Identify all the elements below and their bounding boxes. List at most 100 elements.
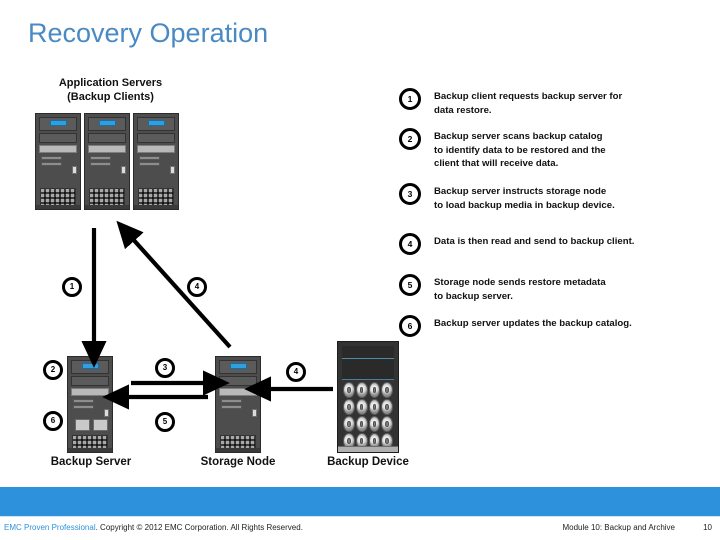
tower-slot — [73, 405, 94, 409]
application-servers-heading-line2: (Backup Clients) — [67, 90, 154, 103]
tower-slot — [221, 405, 242, 409]
tape-cartridge — [381, 416, 393, 432]
tower-slot — [139, 162, 160, 166]
tower-light-bar — [39, 145, 77, 153]
footer-page-number: 10 — [703, 523, 712, 532]
storage-node-label: Storage Node — [200, 456, 276, 468]
legend-step-number: 5 — [399, 274, 421, 296]
tower-status-chip — [230, 363, 247, 369]
backup-device-tape-grid — [343, 382, 393, 452]
backup-device-label: Backup Device — [327, 456, 409, 468]
application-server-tower-2 — [84, 113, 130, 210]
legend-step-text: Data is then read and send to backup cli… — [434, 236, 635, 247]
tower-light-bar — [88, 145, 126, 153]
tape-cartridge — [343, 399, 355, 415]
tower-light-bar — [71, 388, 109, 396]
tower-status-chip — [148, 120, 165, 126]
tower-bay — [88, 133, 126, 143]
tower-slot — [139, 156, 160, 160]
tape-cartridge — [368, 399, 381, 415]
tower-led — [72, 166, 77, 174]
legend-step-number: 3 — [399, 183, 421, 205]
tower-light-bar — [219, 388, 257, 396]
tower-base — [134, 205, 178, 209]
tower-status-chip — [50, 120, 67, 126]
slide-canvas: Recovery Operation Application Servers (… — [0, 0, 720, 540]
tower-bay — [71, 376, 109, 386]
application-server-tower-3 — [133, 113, 179, 210]
footer-copyright-text: . Copyright © 2012 EMC Corporation. All … — [95, 523, 303, 532]
tower-led — [104, 409, 109, 417]
flow-marker-5: 5 — [155, 412, 175, 432]
legend-step-text: Backup server scans backup catalog to id… — [434, 131, 606, 169]
flow-marker-4-diagonal: 4 — [187, 277, 207, 297]
tower-light-bar — [137, 145, 175, 153]
page-title: Recovery Operation — [28, 18, 269, 48]
tape-cartridge — [355, 382, 368, 398]
legend-step-2: 2 Backup server scans backup catalog to … — [399, 128, 606, 171]
legend-step-text: Backup client requests backup server for… — [434, 91, 623, 116]
footer-divider — [0, 516, 720, 517]
tape-cartridge — [381, 399, 393, 415]
tower-slot — [73, 399, 94, 403]
tower-slot — [41, 162, 62, 166]
footer-copyright: EMC Proven Professional. Copyright © 201… — [4, 523, 303, 532]
tape-cartridge — [368, 416, 381, 432]
backup-server-tower — [67, 356, 113, 453]
tower-bay — [137, 133, 175, 143]
backup-device-library — [337, 341, 399, 453]
legend-step-number: 1 — [399, 88, 421, 110]
tower-led — [252, 409, 257, 417]
backup-device-divider — [342, 358, 394, 359]
tower-base — [68, 448, 112, 452]
tape-cartridge — [355, 399, 368, 415]
tower-led — [170, 166, 175, 174]
legend-step-3: 3 Backup server instructs storage node t… — [399, 183, 615, 212]
footer-brand: EMC Proven Professional — [4, 523, 96, 532]
tower-status-chip — [82, 363, 99, 369]
tape-cartridge — [381, 382, 393, 398]
flow-marker-6: 6 — [43, 411, 63, 431]
legend-step-number: 6 — [399, 315, 421, 337]
tower-drive-bay — [75, 419, 90, 431]
flow-marker-3: 3 — [155, 358, 175, 378]
tower-slot — [221, 399, 242, 403]
application-servers-heading: Application Servers (Backup Clients) — [28, 77, 193, 104]
tower-led — [121, 166, 126, 174]
application-servers-heading-line1: Application Servers — [58, 77, 163, 89]
tower-base — [85, 205, 129, 209]
backup-device-upper-panel — [342, 346, 394, 380]
tower-status-chip — [99, 120, 116, 126]
tower-slot — [90, 156, 111, 160]
tower-slot — [41, 156, 62, 160]
legend-step-4: 4 Data is then read and send to backup c… — [399, 233, 634, 255]
legend-step-6: 6 Backup server updates the backup catal… — [399, 315, 632, 337]
legend-step-number: 2 — [399, 128, 421, 150]
legend-step-text: Backup server instructs storage node to … — [434, 186, 615, 211]
legend-step-5: 5 Storage node sends restore metadata to… — [399, 274, 606, 303]
legend-step-number: 4 — [399, 233, 421, 255]
flow-marker-1: 1 — [62, 277, 82, 297]
tower-slot — [90, 162, 111, 166]
legend-step-1: 1 Backup client requests backup server f… — [399, 88, 622, 117]
application-server-tower-1 — [35, 113, 81, 210]
backup-server-label: Backup Server — [50, 456, 132, 468]
flow-marker-4-horizontal: 4 — [286, 362, 306, 382]
legend-step-text: Storage node sends restore metadata to b… — [434, 277, 606, 302]
tower-bay — [39, 133, 77, 143]
legend-step-text: Backup server updates the backup catalog… — [434, 318, 632, 329]
tape-cartridge — [368, 382, 381, 398]
footer-module-title: Module 10: Backup and Archive — [562, 523, 675, 532]
arrow-step-4-diagonal — [116, 220, 232, 349]
backup-device-base — [338, 446, 398, 452]
tower-bay — [219, 376, 257, 386]
tape-cartridge — [343, 382, 355, 398]
tower-base — [216, 448, 260, 452]
tape-cartridge — [355, 416, 368, 432]
footer-accent-bar — [0, 487, 720, 516]
tape-cartridge — [343, 416, 355, 432]
tower-drive-bay — [93, 419, 108, 431]
storage-node-tower — [215, 356, 261, 453]
tower-base — [36, 205, 80, 209]
flow-marker-2: 2 — [43, 360, 63, 380]
